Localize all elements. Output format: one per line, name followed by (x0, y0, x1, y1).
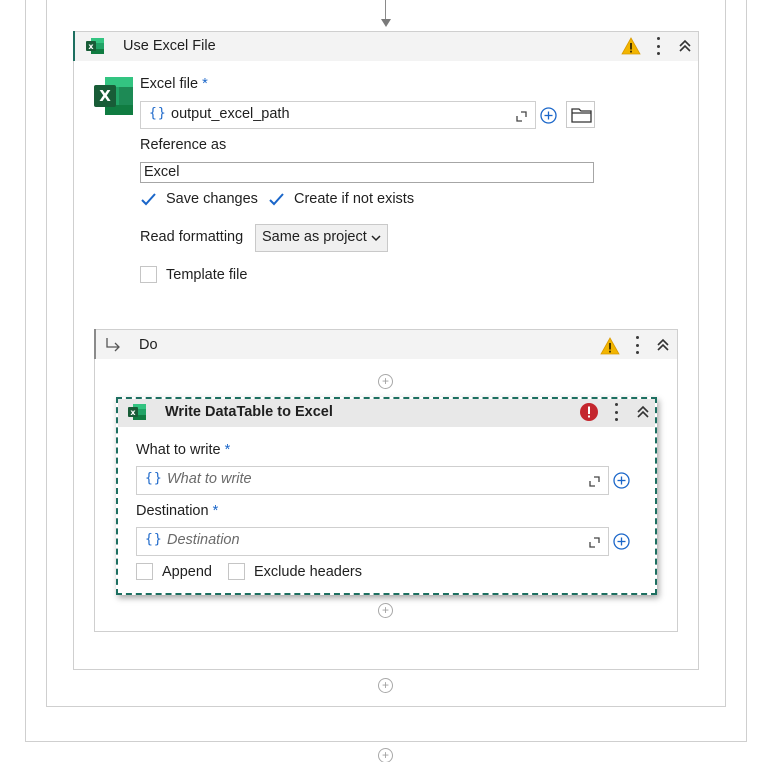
write-datatable-title: Write DataTable to Excel (165, 404, 333, 420)
add-activity-button-after-write[interactable]: + (378, 603, 393, 618)
do-more-options-icon[interactable] (634, 336, 640, 354)
reference-as-label: Reference as (140, 137, 227, 153)
append-checkbox[interactable] (136, 563, 153, 580)
add-activity-button[interactable]: + (378, 374, 393, 389)
read-formatting-dropdown[interactable]: Same as project (255, 224, 388, 252)
browse-file-button[interactable] (566, 101, 595, 128)
excel-file-field[interactable]: {} output_excel_path (140, 101, 536, 129)
write-datatable-collapse-icon[interactable] (636, 405, 650, 419)
plus-circle-icon[interactable] (540, 107, 557, 124)
excel-file-label-text: Excel file (140, 76, 199, 92)
destination-label: Destination * (136, 503, 218, 519)
append-label: Append (162, 564, 212, 580)
do-collapse-icon[interactable] (656, 338, 670, 352)
create-if-not-exists-label: Create if not exists (294, 191, 415, 207)
destination-braces-icon: {} (145, 532, 163, 547)
what-to-write-label-text: What to write (136, 442, 221, 458)
svg-text:x: x (130, 408, 136, 417)
do-title: Do (139, 337, 158, 353)
expression-braces-icon: {} (149, 106, 167, 121)
use-excel-file-title: Use Excel File (123, 38, 216, 54)
sequence-arrow-icon (106, 338, 120, 352)
error-icon[interactable] (579, 402, 599, 422)
destination-placeholder[interactable]: Destination (167, 532, 240, 548)
what-to-write-required-mark: * (224, 442, 231, 458)
what-to-write-plus-icon[interactable] (613, 472, 630, 489)
create-if-not-exists-checkbox[interactable] (268, 191, 285, 208)
what-to-write-field[interactable]: {} What to write (136, 466, 609, 495)
folder-icon (571, 108, 592, 123)
destination-required-mark: * (212, 503, 219, 519)
svg-text:X: X (99, 87, 111, 105)
destination-expand-icon[interactable] (589, 537, 600, 548)
save-changes-checkbox[interactable] (140, 191, 157, 208)
excel-icon: x (86, 38, 104, 54)
top-connector (385, 0, 386, 20)
read-formatting-value: Same as project (262, 229, 367, 245)
destination-plus-icon[interactable] (613, 533, 630, 550)
what-to-write-expand-icon[interactable] (589, 476, 600, 487)
more-options-icon[interactable] (655, 37, 661, 55)
do-header[interactable] (96, 330, 677, 359)
arrow-down-icon (381, 19, 391, 27)
save-changes-label: Save changes (166, 191, 258, 207)
destination-label-text: Destination (136, 503, 209, 519)
write-datatable-excel-icon: x (128, 404, 146, 420)
svg-text:x: x (88, 42, 94, 51)
excel-file-label: Excel file * (140, 76, 208, 92)
do-warning-icon[interactable] (600, 337, 620, 355)
destination-field[interactable]: {} Destination (136, 527, 609, 556)
collapse-icon[interactable] (678, 39, 692, 53)
expand-editor-icon[interactable] (516, 111, 527, 122)
template-file-label: Template file (166, 267, 248, 283)
excel-file-value[interactable]: output_excel_path (171, 106, 290, 122)
required-mark: * (202, 76, 208, 92)
what-to-write-placeholder[interactable]: What to write (167, 471, 252, 487)
reference-as-input[interactable]: Excel (140, 162, 594, 183)
template-file-checkbox[interactable] (140, 266, 157, 283)
add-activity-button-after-use-excel[interactable]: + (378, 678, 393, 693)
what-to-write-label: What to write * (136, 442, 230, 458)
excel-large-icon: X (94, 77, 133, 115)
add-activity-button-bottom[interactable]: + (378, 748, 393, 762)
what-to-write-braces-icon: {} (145, 471, 163, 486)
exclude-headers-label: Exclude headers (254, 564, 363, 580)
warning-icon[interactable] (621, 37, 641, 55)
exclude-headers-checkbox[interactable] (228, 563, 245, 580)
read-formatting-label: Read formatting (140, 229, 244, 245)
write-datatable-more-options-icon[interactable] (613, 403, 619, 421)
reference-as-value[interactable]: Excel (144, 164, 179, 180)
chevron-down-icon (371, 235, 381, 242)
